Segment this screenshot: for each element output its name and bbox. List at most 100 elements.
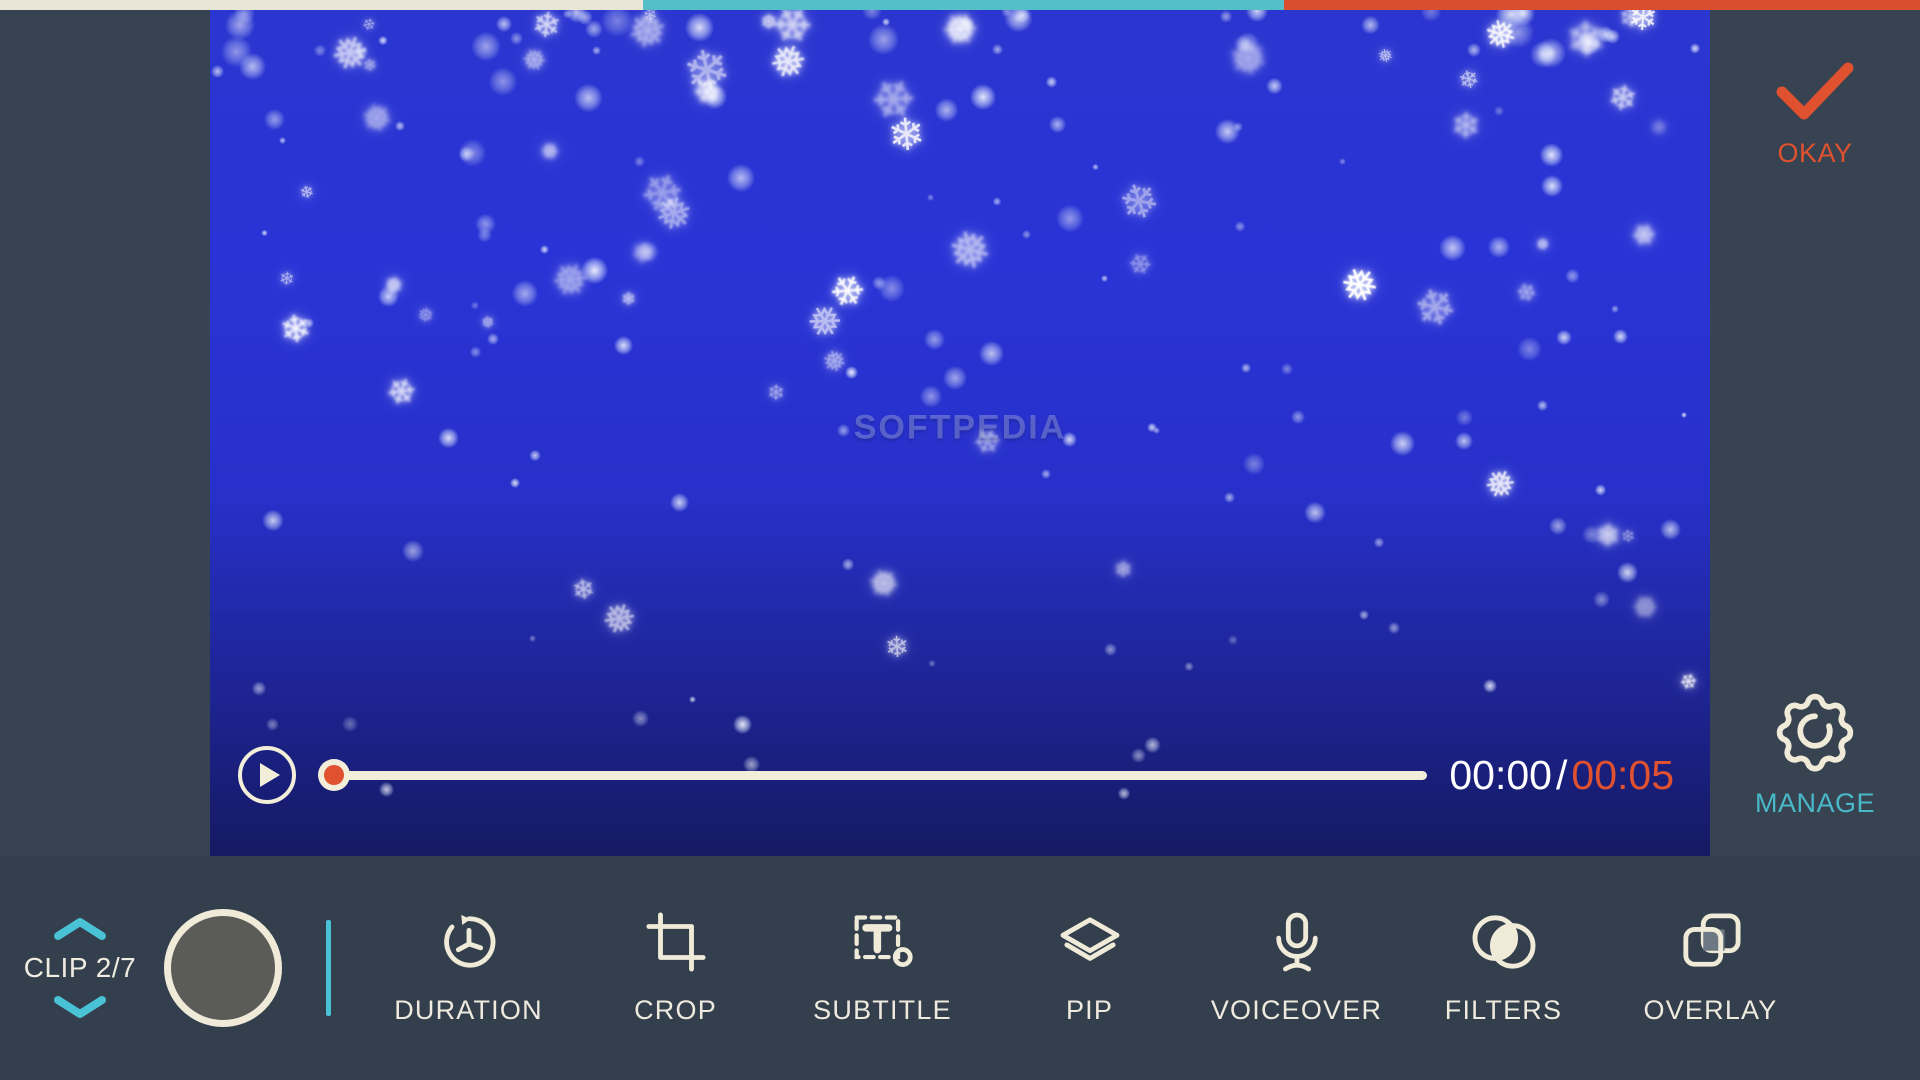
snow-blob xyxy=(1234,221,1246,232)
snow-blob xyxy=(632,710,650,728)
toolbar-divider xyxy=(326,920,331,1016)
snow-blob xyxy=(1660,519,1681,540)
snow-blob xyxy=(1456,409,1473,426)
snow-blob xyxy=(540,244,550,254)
snowflake-icon: ❄ xyxy=(1123,245,1158,284)
snow-blob xyxy=(1493,106,1505,117)
snow-blob xyxy=(633,155,646,168)
okay-button[interactable]: OKAY xyxy=(1710,62,1920,169)
tool-overlay[interactable]: OVERLAY xyxy=(1607,856,1814,1080)
snow-blob xyxy=(919,385,943,408)
tool-subtitle[interactable]: SUBTITLE xyxy=(779,856,986,1080)
snow-blob xyxy=(262,509,284,532)
snow-blob xyxy=(1339,158,1347,166)
snow-blob xyxy=(992,197,1002,206)
snowflake-icon: ❅ xyxy=(650,187,697,243)
seek-thumb[interactable] xyxy=(318,759,350,791)
snow-blob xyxy=(868,24,899,55)
clip-thumbnail[interactable] xyxy=(164,909,282,1027)
snowflake-icon: ❄ xyxy=(677,35,737,107)
snow-blob xyxy=(402,539,425,562)
snow-blob xyxy=(1612,328,1629,345)
bottom-toolbar: CLIP 2/7 DURATION CROP SUBTITLE PIP VOIC… xyxy=(0,856,1920,1080)
snow-blob xyxy=(1040,468,1052,480)
time-display: 00:00/00:05 xyxy=(1449,752,1674,799)
layers-icon xyxy=(1057,911,1123,973)
snowflake-icon: ❄ xyxy=(1512,277,1542,310)
snowflake-icon: ❄ xyxy=(1650,117,1668,140)
snowflake-icon: ❅ xyxy=(759,10,778,34)
tool-voiceover[interactable]: VOICEOVER xyxy=(1193,856,1400,1080)
snow-blob xyxy=(1439,235,1466,262)
snowflake-icon: ❄ xyxy=(380,367,423,416)
snow-blob xyxy=(1014,7,1030,24)
snowflake-icon: ❅ xyxy=(415,304,436,328)
snow-blob xyxy=(927,193,935,201)
top-segment-orange xyxy=(1284,0,1920,10)
video-preview[interactable]: ❄ ❄ ❄ ❄ ❅ ❅ ❅ ❄ ❄ ❅ ❄ ❅ ❅ ❅ ❄ ❅ ❄ ❄ ❄ ❄ ❄ ❄ ❄ ❄ ❅ ❅ ❄ ❄ ❅ ❅ ❅ ❅ ❄ ❄ ❄ ❅ ❄ ❄ ❅ ❅… xyxy=(210,0,1710,856)
snow-blob xyxy=(1092,163,1099,171)
snowflake-icon: ❄ xyxy=(1112,171,1168,235)
snow-blob xyxy=(1228,635,1239,646)
manage-button[interactable]: MANAGE xyxy=(1710,690,1920,819)
check-icon xyxy=(1776,62,1854,122)
snowflake-icon: ❅ xyxy=(1375,43,1395,67)
snowflake-icon: ❄ xyxy=(1564,12,1608,68)
snow-blob xyxy=(1242,452,1265,475)
snow-blob xyxy=(509,31,523,45)
chevron-down-icon[interactable] xyxy=(52,994,108,1020)
snow-blob xyxy=(1483,678,1498,694)
snow-blob xyxy=(279,137,286,144)
snow-blob xyxy=(1556,329,1573,346)
seek-track[interactable] xyxy=(332,770,1428,780)
chevron-up-icon[interactable] xyxy=(52,916,108,942)
snowflake-icon: ❅ xyxy=(1477,459,1522,510)
snow-blob xyxy=(210,64,225,78)
seek-bar[interactable] xyxy=(318,755,1428,795)
snow-blob xyxy=(1539,142,1564,167)
seek-thumb-dot xyxy=(324,765,344,785)
snow-blob xyxy=(1516,336,1542,362)
play-button[interactable] xyxy=(238,746,296,804)
snow-blob xyxy=(1061,431,1077,447)
tool-filters[interactable]: FILTERS xyxy=(1400,856,1607,1080)
snow-blob xyxy=(438,427,460,449)
tool-duration[interactable]: DURATION xyxy=(365,856,572,1080)
snow-blob xyxy=(1103,642,1118,657)
tool-filters-label: FILTERS xyxy=(1444,994,1563,1025)
snow-blob xyxy=(837,424,851,438)
snowflake-icon: ❄ xyxy=(885,109,928,162)
snowflake-icon: ❅ xyxy=(543,251,596,311)
snow-blob xyxy=(573,83,603,113)
snow-blob xyxy=(1593,591,1611,609)
snowflake-icon: ❄ xyxy=(967,418,1008,465)
tool-crop[interactable]: CROP xyxy=(572,856,779,1080)
snow-blob xyxy=(992,43,1004,55)
snow-blob xyxy=(1374,537,1385,548)
snowflake-icon: ❄ xyxy=(359,13,379,36)
snow-blob xyxy=(614,336,633,355)
snow-blob xyxy=(469,346,482,358)
snowflake-icon: ❄ xyxy=(1594,518,1622,554)
snowflake-icon: ❅ xyxy=(356,94,397,143)
snow-blob xyxy=(924,328,946,350)
snowflake-icon: ❄ xyxy=(1604,77,1641,121)
snow-blob xyxy=(878,275,906,303)
snow-blob xyxy=(476,227,492,243)
top-segment-cream xyxy=(0,0,644,10)
snow-blob xyxy=(487,333,500,346)
snow-particles: ❄ ❄ ❄ ❄ ❅ ❅ ❅ ❄ ❄ ❅ ❄ ❅ ❅ ❅ ❄ ❅ ❄ ❄ ❄ ❄ ❄ ❄ ❄ ❄ ❅ ❅ ❄ ❄ ❅ ❅ ❅ ❅ ❄ ❄ ❄ ❅ ❄ ❄ ❅ ❅… xyxy=(210,0,1710,856)
tool-subtitle-label: SUBTITLE xyxy=(813,994,952,1025)
gear-icon xyxy=(1774,690,1856,772)
snowflake-icon: ❅ xyxy=(517,41,553,81)
tool-pip[interactable]: PIP xyxy=(986,856,1193,1080)
snowflake-icon: ❅ xyxy=(941,217,998,284)
tool-overlay-label: OVERLAY xyxy=(1643,994,1778,1025)
current-time: 00:00 xyxy=(1449,751,1552,798)
tool-crop-label: CROP xyxy=(634,994,717,1025)
snow-blob xyxy=(313,44,327,57)
snowflake-icon: ❄ xyxy=(1450,105,1482,147)
snowflake-icon: ❄ xyxy=(1619,524,1637,547)
tool-duration-label: DURATION xyxy=(394,994,543,1025)
snow-blob xyxy=(395,121,405,131)
